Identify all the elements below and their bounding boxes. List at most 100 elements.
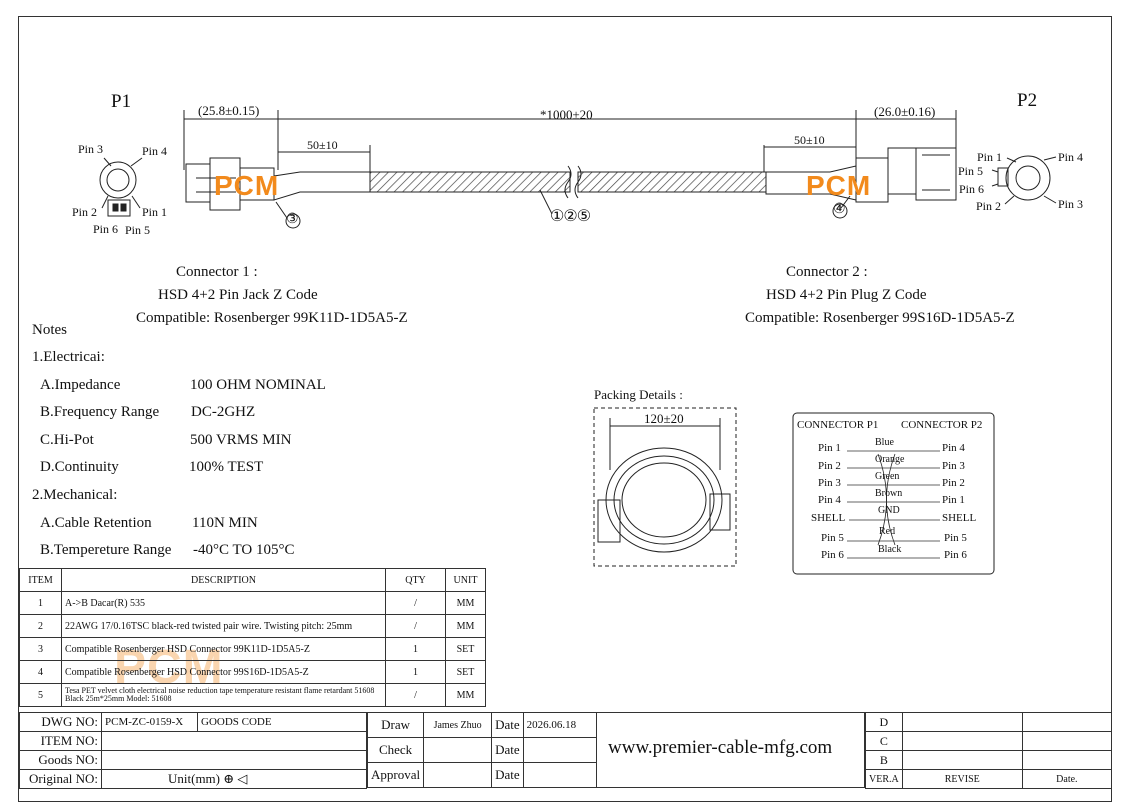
wiring-right-pin: Pin 6 <box>944 549 967 561</box>
p2-pin6: Pin 6 <box>959 182 985 196</box>
notes-freq-key: B.Frequency Range <box>40 404 160 420</box>
bom-desc: 22AWG 17/0.16TSC black-red twisted pair … <box>61 614 386 638</box>
bom-unit: MM <box>445 614 486 638</box>
wiring-right-pin: Pin 4 <box>942 442 965 454</box>
wiring-right-pin: Pin 5 <box>944 532 967 544</box>
draw-label: Draw <box>366 712 425 738</box>
rev-b-date <box>1021 750 1113 770</box>
dim-left-strip: 50±10 <box>307 138 338 152</box>
notes-continuity-value: 100% TEST <box>189 459 264 475</box>
notes-impedance-value: 100 OHM NOMINAL <box>190 377 326 393</box>
wiring-color: Brown <box>875 488 903 499</box>
notes-temp-value: -40°C TO 105°C <box>193 542 295 558</box>
approver-name <box>423 762 493 788</box>
unit-cell: Unit(mm) ⊕ ◁ <box>101 769 367 789</box>
p1-label: P1 <box>111 91 132 112</box>
notes-hipot-value: 500 VRMS MIN <box>190 432 292 448</box>
bom-header-desc: DESCRIPTION <box>61 568 386 592</box>
bom-desc: Compatible Rosenberger HSD Connector 99S… <box>61 660 386 684</box>
bom-qty: / <box>385 591 446 615</box>
balloon-1-2-5: ①②⑤ <box>550 208 591 225</box>
bom-item: 4 <box>19 660 62 684</box>
p1-pin1: Pin 1 <box>142 205 168 219</box>
connector2-title: Connector 2 : <box>786 264 868 280</box>
bom-item: 1 <box>19 591 62 615</box>
rev-d-date <box>1021 712 1113 732</box>
approval-date-value <box>522 762 598 788</box>
approval-label: Approval <box>366 762 425 788</box>
website-text: www.premier-cable-mfg.com <box>608 737 833 758</box>
dim-right-strip: 50±10 <box>794 133 825 147</box>
notes-retention-value: 110N MIN <box>192 515 258 531</box>
p2-pin4: Pin 4 <box>1058 150 1084 164</box>
connector2-type: HSD 4+2 Pin Plug Z Code <box>766 287 927 303</box>
check-label: Check <box>366 737 425 763</box>
bom-desc: Compatible Rosenberger HSD Connector 99K… <box>61 637 386 661</box>
p2-pin3: Pin 3 <box>1058 197 1084 211</box>
bom-unit: MM <box>445 591 486 615</box>
wiring-left-pin: Pin 6 <box>821 549 844 561</box>
bom-row: 5 Tesa PET velvet cloth electrical noise… <box>19 683 486 707</box>
goods-no-label: Goods NO: <box>19 750 102 770</box>
wiring-right-pin: Pin 1 <box>942 494 965 506</box>
p1-pin3: Pin 3 <box>78 142 104 156</box>
rev-c-date <box>1021 731 1113 751</box>
check-date-value <box>522 737 598 763</box>
wiring-color: Red <box>879 526 896 537</box>
p1-pin5: Pin 5 <box>125 223 151 237</box>
rev-b-desc <box>901 750 1023 770</box>
bom-unit: MM <box>445 683 486 707</box>
wiring-left-pin: Pin 5 <box>821 532 844 544</box>
bom-header-row: ITEM DESCRIPTION QTY UNIT <box>19 568 486 592</box>
p2-pin1: Pin 1 <box>977 150 1003 164</box>
notes-title: Notes <box>32 322 67 338</box>
packing-diameter: 120±20 <box>644 411 684 426</box>
bom-header-item: ITEM <box>19 568 62 592</box>
connector1-compat: Compatible: Rosenberger 99K11D-1D5A5-Z <box>136 310 408 326</box>
wiring-color: GND <box>878 505 900 516</box>
p2-label: P2 <box>1017 90 1038 111</box>
wiring-header-p1: CONNECTOR P1 <box>797 419 879 431</box>
balloon-3: ③ <box>286 212 299 227</box>
rev-c-desc <box>901 731 1023 751</box>
wiring-left-pin: Pin 2 <box>818 460 841 472</box>
bom-row: 2 22AWG 17/0.16TSC black-red twisted pai… <box>19 614 486 638</box>
bom-unit: SET <box>445 637 486 661</box>
p1-pin2: Pin 2 <box>72 205 98 219</box>
checker-name <box>423 737 493 763</box>
goods-no-value <box>101 750 367 770</box>
unit-label: Unit(mm) <box>168 771 220 786</box>
bom-header-unit: UNIT <box>445 568 486 592</box>
dwg-no-value: PCM-ZC-0159-X <box>101 712 198 732</box>
bom-unit: SET <box>445 660 486 684</box>
rev-d-desc <box>901 712 1023 732</box>
wiring-color: Blue <box>875 437 894 448</box>
pcm-watermark-right: PCM <box>806 170 872 201</box>
original-no-label: Original NO: <box>19 769 102 789</box>
wiring-color: Black <box>878 544 902 555</box>
connector1-type: HSD 4+2 Pin Jack Z Code <box>158 287 318 303</box>
notes-mechanical: 2.Mechanical: <box>32 487 118 503</box>
wiring-left-pin: Pin 4 <box>818 494 841 506</box>
connector1-title: Connector 1 : <box>176 264 258 280</box>
bom-item: 3 <box>19 637 62 661</box>
p2-pin2: Pin 2 <box>976 199 1002 213</box>
packing-title: Packing Details : <box>594 387 683 402</box>
rev-c: C <box>865 731 903 751</box>
wiring-left-pin: Pin 3 <box>818 477 841 489</box>
notes-continuity-key: D.Continuity <box>40 459 119 475</box>
goods-code-label: GOODS CODE <box>197 712 367 732</box>
bom-row: 4 Compatible Rosenberger HSD Connector 9… <box>19 660 486 684</box>
wiring-left-pin: Pin 1 <box>818 442 841 454</box>
bom-item: 5 <box>19 683 62 707</box>
rev-d: D <box>865 712 903 732</box>
projection-symbol-icon: ⊕ ◁ <box>223 771 248 786</box>
balloon-4: ④ <box>833 202 846 217</box>
bom-qty: 1 <box>385 660 446 684</box>
drawer-name: James Zhuo <box>423 712 493 738</box>
bom-qty: / <box>385 614 446 638</box>
bom-item: 2 <box>19 614 62 638</box>
wiring-color: Green <box>875 471 900 482</box>
dim-p2-length: (26.0±0.16) <box>874 104 936 119</box>
draw-date-value: 2026.06.18 <box>522 712 598 738</box>
